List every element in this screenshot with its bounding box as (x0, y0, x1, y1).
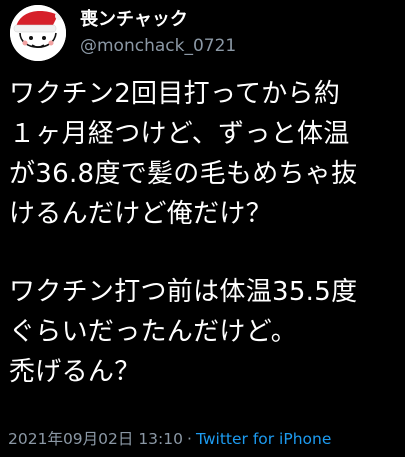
tweet: 喪ンチャック @monchack_0721 ワクチン2回目打ってから約 １ヶ月経… (0, 0, 405, 457)
tweet-text: ワクチン2回目打ってから約 １ヶ月経つけど、ずっと体温 が36.8度で髪の毛もめ… (9, 74, 401, 392)
tweet-line: ワクチン2回目打ってから約 (9, 79, 341, 109)
meta-separator: · (187, 430, 192, 448)
tweet-line: 禿げるん？ (9, 357, 141, 387)
santa-hat-avatar-icon (10, 5, 66, 61)
tweet-line: １ヶ月経つけど、ずっと体温 (9, 119, 350, 149)
tweet-timestamp[interactable]: 2021年09月02日 13:10 (8, 430, 183, 448)
author-display-name[interactable]: 喪ンチャック (80, 8, 188, 32)
tweet-source-link[interactable]: Twitter for iPhone (196, 430, 331, 448)
tweet-line: が36.8度で髪の毛もめちゃ抜 (9, 159, 358, 189)
paragraph-break (9, 234, 401, 272)
tweet-line: ワクチン打つ前は体温35.5度 (9, 277, 358, 307)
tweet-meta: 2021年09月02日 13:10 · Twitter for iPhone (8, 428, 331, 450)
author-handle[interactable]: @monchack_0721 (80, 35, 236, 57)
avatar[interactable] (10, 5, 66, 61)
tweet-line: けるんだけど俺だけ？ (9, 199, 273, 229)
tweet-line: ぐらいだったんだけど。 (9, 317, 298, 347)
